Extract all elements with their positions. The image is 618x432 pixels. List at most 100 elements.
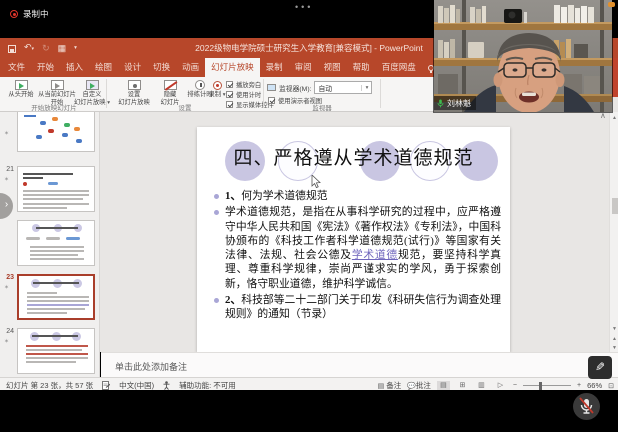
ribbon-group-start-slideshow: 从头开始 从当前幻灯片 开始 自定义 幻灯片放映 ▾ 开始放映幻灯片 (4, 77, 104, 112)
tab-design[interactable]: 设计 (118, 58, 147, 77)
slide-thumbnail-panel: ▲ ✶ 21 ✶ (0, 112, 100, 377)
scroll-down-icon[interactable]: ▼ (610, 326, 618, 332)
setup-slideshow-icon (128, 80, 141, 90)
comment-icon: 💬 (407, 383, 416, 390)
collapse-ribbon-chevron-icon[interactable]: ∧ (600, 111, 606, 120)
scrollbar-thumb[interactable] (612, 198, 618, 214)
narration-label: 播放旁白 (236, 80, 261, 89)
zoom-out-button[interactable]: − (513, 382, 517, 389)
ribbon-group-setup: 设置 幻灯片放映 隐藏 幻灯片 排练计时 录制 ▾ 播放旁白 使用计时 显示媒体… (108, 77, 262, 112)
record-icon (213, 81, 222, 90)
mic-muted-icon (573, 393, 600, 420)
monitor-select[interactable]: 自动 ▾ (314, 81, 372, 94)
chevron-down-icon: ▾ (361, 85, 371, 91)
status-bar: 幻灯片 第 23 张，共 57 张 中文(中国) 辅助功能: 不可用 ▤ 备注 … (0, 377, 618, 390)
group-label-setup: 设置 (108, 102, 262, 112)
normal-view-button[interactable]: ▤ (437, 381, 450, 391)
tab-home[interactable]: 开始 (31, 58, 60, 77)
timings-label: 使用计时 (236, 90, 261, 99)
tab-transitions[interactable]: 切换 (147, 58, 176, 77)
reading-view-button[interactable]: ▥ (475, 381, 488, 391)
tab-slideshow[interactable]: 幻灯片放映 (205, 58, 260, 77)
hyperlink[interactable]: 学术道德 (352, 249, 398, 261)
setup-label-1: 设置 (128, 91, 141, 98)
notes-icon: ▤ (378, 383, 387, 390)
tab-file[interactable]: 文件 (2, 58, 31, 77)
participant-video-window[interactable]: 刘林魁 (434, 0, 612, 112)
custom-slideshow-icon (86, 80, 99, 90)
zoom-slider[interactable] (523, 385, 571, 387)
spellcheck-icon[interactable] (102, 381, 110, 390)
tab-insert[interactable]: 插入 (60, 58, 89, 77)
tab-view[interactable]: 视图 (318, 58, 347, 77)
ribbon-group-monitors: 监视器(M): 自动 ▾ 使用演示者视图 监视器 (265, 77, 379, 112)
previous-slide-icon[interactable]: ▲ (610, 336, 618, 342)
slide-title[interactable]: 四、严格遵从学术道德规范 (197, 143, 510, 170)
play-from-current-icon (51, 80, 64, 90)
group-label-start-slideshow: 开始放映幻灯片 (4, 102, 104, 112)
mouse-cursor (311, 175, 321, 189)
zoom-in-button[interactable]: + (577, 382, 581, 389)
animation-star-icon: ✶ (4, 130, 9, 137)
checkbox-icon (226, 91, 233, 98)
slide-thumbnail-selected[interactable] (17, 274, 95, 320)
tab-record[interactable]: 录制 (260, 58, 289, 77)
meeting-bottom-bar (0, 390, 618, 432)
annotation-pen-button[interactable]: ✎ (588, 356, 612, 379)
bullet-number: 1、 (225, 190, 241, 202)
slide-sorter-view-button[interactable]: ⊞ (456, 381, 469, 391)
slide-thumbnail[interactable] (17, 112, 95, 152)
fit-to-window-icon[interactable]: ⊡ (608, 382, 614, 390)
thumbnail-number: 23 (0, 274, 14, 281)
next-slide-icon[interactable]: ▼ (610, 345, 618, 351)
tab-draw[interactable]: 绘图 (89, 58, 118, 77)
bullet-item: 1、何为学术道德规范 (225, 189, 501, 203)
monitor-dropdown-label: 监视器(M): (279, 83, 311, 93)
tab-baidu-netdisk[interactable]: 百度网盘 (376, 58, 422, 77)
slide-thumbnail[interactable] (17, 328, 95, 374)
more-options-dots[interactable]: ••• (295, 2, 313, 12)
accessibility-icon (163, 381, 170, 390)
workspace: ▲ ✶ 21 ✶ (0, 112, 618, 352)
slide-thumbnail[interactable] (17, 220, 95, 266)
participant-name-tag: 刘林魁 (434, 96, 476, 110)
from-beginning-button[interactable]: 从头开始 (6, 78, 36, 98)
group-divider (380, 79, 381, 108)
notes-pane[interactable]: 单击此处添加备注 (101, 352, 618, 377)
tab-review[interactable]: 审阅 (289, 58, 318, 77)
microphone-muted-button[interactable] (573, 393, 600, 420)
record-label: 录制 ▾ (208, 91, 225, 99)
tab-animations[interactable]: 动画 (176, 58, 205, 77)
clock-icon (195, 80, 205, 90)
notes-placeholder[interactable]: 单击此处添加备注 (115, 360, 187, 373)
animation-star-icon: ✶ (4, 176, 9, 183)
from-current-label-1: 从当前幻灯片 (38, 91, 76, 98)
zoom-slider-thumb[interactable] (539, 382, 542, 390)
vertical-scrollbar[interactable]: ▲ ▼ ▲ ▼ (609, 112, 618, 377)
hide-label-1: 隐藏 (164, 91, 177, 98)
slide-thumbnail[interactable] (17, 166, 95, 212)
slide-canvas[interactable]: 四、严格遵从学术道德规范 1、何为学术道德规范 学术道德规范，是指在从事科学研究… (197, 127, 510, 352)
animation-star-icon: ✶ (4, 338, 9, 345)
bullet-text: 科技部等二十二部门关于印发《科研失信行为调查处理规则》的通知（节录） (225, 294, 501, 320)
monitor-icon (267, 84, 276, 91)
group-divider (263, 79, 264, 108)
zoom-level[interactable]: 66% (587, 381, 602, 390)
collapse-panel-handle[interactable]: › (0, 193, 13, 219)
bullet-text: 何为学术道德规范 (241, 190, 327, 202)
slideshow-view-button[interactable]: ▷ (494, 381, 507, 391)
animation-star-icon: ✶ (4, 284, 9, 291)
mic-active-icon (437, 99, 444, 108)
tab-help[interactable]: 帮助 (347, 58, 376, 77)
group-label-monitors: 监视器 (265, 102, 379, 112)
play-from-beginning-icon (15, 80, 28, 90)
from-beginning-label: 从头开始 (8, 91, 33, 98)
hide-slide-icon (164, 80, 177, 90)
slide-body-textbox[interactable]: 1、何为学术道德规范 学术道德规范，是指在从事科学研究的过程中，应严格遵守中华人… (225, 189, 501, 324)
scroll-up-icon[interactable]: ▲ (610, 115, 618, 121)
recording-label: 录制中 (23, 8, 49, 20)
record-button[interactable]: 录制 ▾ (206, 78, 228, 99)
bullet-number: 2、 (225, 294, 241, 306)
screen: 录制中 ••• ↶▾ ↻ ▦ ▾ 2022级物电学院硕士研究生入学教育[兼容模式… (0, 0, 618, 432)
bullet-item: 2、科技部等二十二部门关于印发《科研失信行为调查处理规则》的通知（节录） (225, 293, 501, 322)
